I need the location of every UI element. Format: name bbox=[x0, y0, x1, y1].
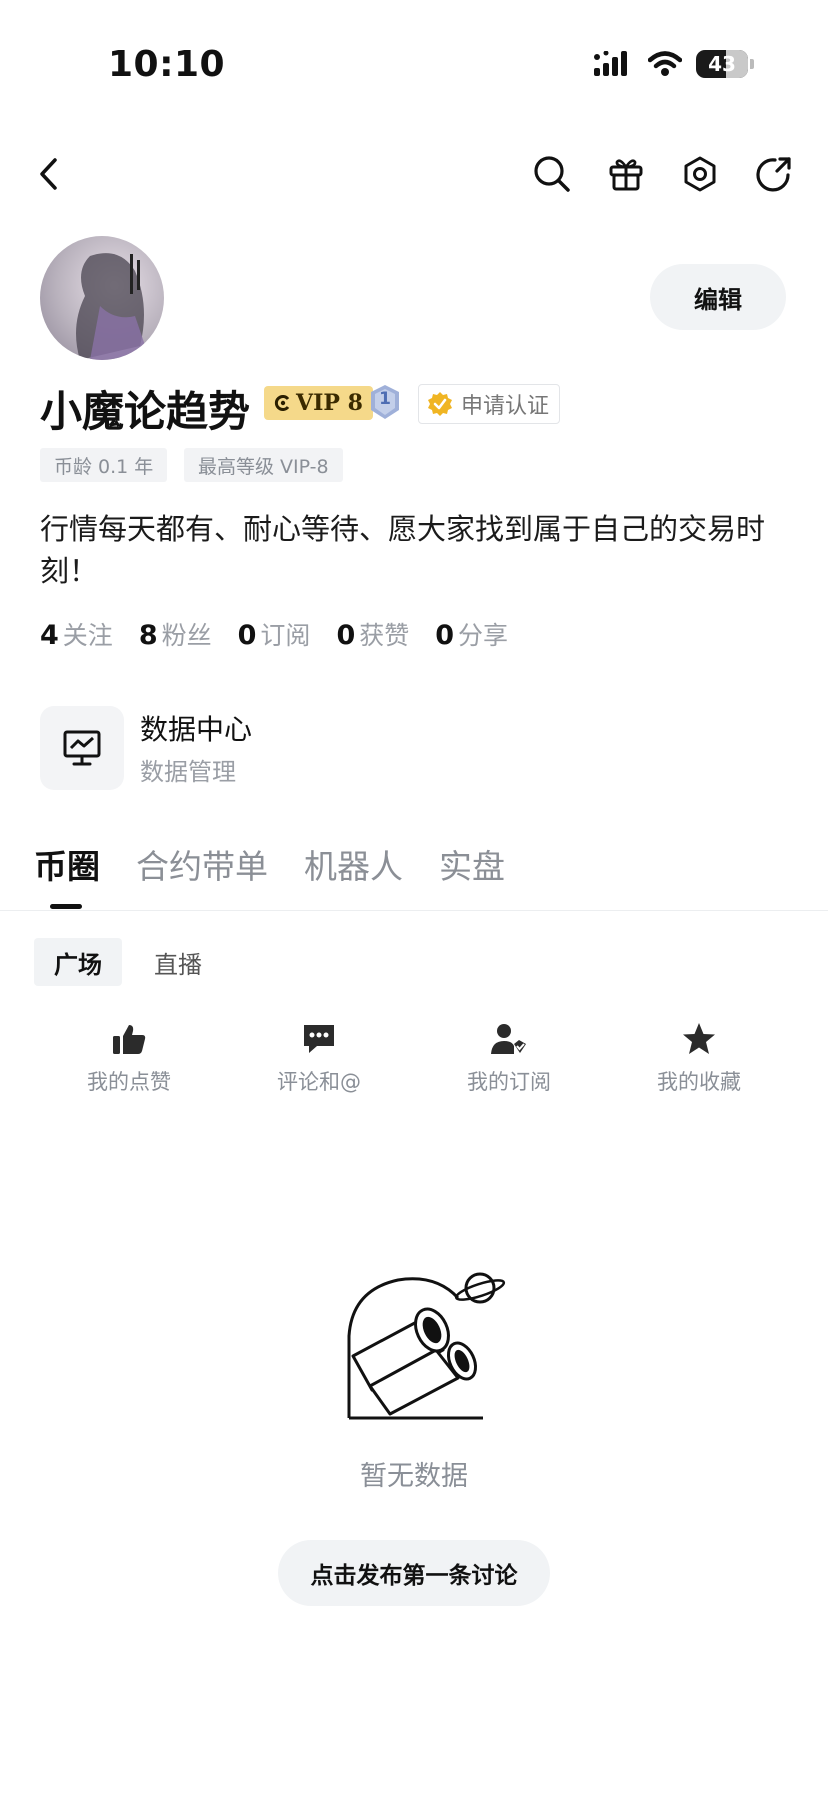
stat-shares[interactable]: 0 分享 bbox=[435, 616, 508, 652]
data-center-button[interactable] bbox=[40, 706, 124, 790]
vip-badge[interactable]: VIP 8 bbox=[264, 386, 373, 420]
empty-state-text: 暂无数据 bbox=[360, 1461, 468, 1492]
stat-value: 0 bbox=[435, 620, 455, 651]
level-number: 1 bbox=[379, 389, 391, 409]
tab-bots[interactable]: 机器人 bbox=[304, 840, 403, 888]
max-level-tag: 最高等级 VIP-8 bbox=[184, 448, 343, 482]
stats-row: 4 关注 8 粉丝 0 订阅 0 获赞 0 分享 bbox=[40, 616, 508, 652]
avatar-image bbox=[76, 253, 150, 360]
comment-icon bbox=[304, 1025, 334, 1053]
my-favorites-button[interactable]: 我的收藏 bbox=[624, 1022, 774, 1096]
coin-age-tag: 币龄 0.1 年 bbox=[40, 448, 168, 482]
gift-button[interactable] bbox=[598, 146, 654, 202]
tab-copy-trading[interactable]: 合约带单 bbox=[136, 840, 268, 888]
stat-likes[interactable]: 0 获赞 bbox=[336, 616, 409, 652]
thumbs-up-icon bbox=[113, 1025, 146, 1054]
action-label: 我的点赞 bbox=[87, 1070, 171, 1094]
active-tab-indicator bbox=[50, 904, 82, 909]
my-subscriptions-button[interactable]: 我的订阅 bbox=[434, 1022, 584, 1096]
gear-icon bbox=[684, 156, 716, 192]
stat-label: 分享 bbox=[458, 621, 509, 650]
action-label: 评论和@ bbox=[277, 1070, 361, 1094]
signal-icon bbox=[594, 51, 627, 76]
data-center-title[interactable]: 数据中心 bbox=[140, 708, 252, 748]
comments-mentions-button[interactable]: 评论和@ bbox=[244, 1022, 394, 1096]
stat-value: 4 bbox=[40, 620, 59, 651]
telescope-illustration bbox=[347, 1272, 506, 1420]
edit-profile-button[interactable]: 编辑 bbox=[650, 264, 786, 330]
data-center-subtitle: 数据管理 bbox=[140, 758, 236, 786]
monitor-chart-icon bbox=[63, 730, 101, 766]
post-first-discussion-button[interactable]: 点击发布第一条讨论 bbox=[278, 1540, 550, 1606]
status-icons: 43 bbox=[594, 50, 754, 78]
stat-label: 获赞 bbox=[359, 621, 410, 650]
user-check-icon bbox=[491, 1024, 526, 1054]
share-button[interactable] bbox=[746, 146, 802, 202]
star-icon bbox=[683, 1023, 715, 1054]
action-label: 我的收藏 bbox=[657, 1070, 741, 1094]
status-time: 10:10 bbox=[108, 44, 226, 85]
chevron-left-icon bbox=[40, 158, 57, 190]
subtab-live[interactable]: 直播 bbox=[134, 938, 222, 986]
username: 小魔论趋势 bbox=[40, 387, 251, 436]
back-button[interactable] bbox=[20, 146, 76, 202]
stat-label: 订阅 bbox=[260, 621, 311, 650]
battery-icon: 43 bbox=[696, 50, 748, 78]
my-likes-button[interactable]: 我的点赞 bbox=[54, 1022, 204, 1096]
stat-value: 0 bbox=[237, 620, 257, 651]
vip-label: VIP 8 bbox=[296, 390, 363, 416]
apply-verification-button[interactable]: 申请认证 bbox=[418, 384, 561, 424]
tabs-divider bbox=[0, 910, 828, 911]
vip-logo-icon bbox=[274, 395, 290, 411]
action-label: 我的订阅 bbox=[467, 1070, 551, 1094]
battery-level: 43 bbox=[708, 52, 736, 76]
subtab-square[interactable]: 广场 bbox=[34, 938, 122, 986]
avatar[interactable] bbox=[40, 236, 164, 360]
main-tabs: 币圈 合约带单 机器人 实盘 bbox=[34, 840, 505, 888]
profile-bio: 行情每天都有、耐心等待、愿大家找到属于自己的交易时刻！ bbox=[40, 512, 766, 588]
tab-coin-circle[interactable]: 币圈 bbox=[34, 840, 100, 888]
share-icon bbox=[756, 157, 791, 192]
battery-cap bbox=[750, 59, 754, 69]
tab-live-account[interactable]: 实盘 bbox=[439, 840, 505, 888]
stat-value: 8 bbox=[138, 620, 158, 651]
settings-button[interactable] bbox=[672, 146, 728, 202]
verify-label: 申请认证 bbox=[461, 394, 550, 419]
stat-following[interactable]: 4 关注 bbox=[40, 616, 113, 652]
verified-badge-icon bbox=[428, 392, 452, 416]
stat-subscriptions[interactable]: 0 订阅 bbox=[238, 616, 311, 652]
wifi-icon bbox=[648, 51, 682, 76]
search-icon bbox=[534, 156, 570, 192]
stat-label: 关注 bbox=[62, 621, 113, 650]
stat-followers[interactable]: 8 粉丝 bbox=[139, 616, 212, 652]
stat-value: 0 bbox=[336, 620, 356, 651]
search-button[interactable] bbox=[524, 146, 580, 202]
level-badge[interactable]: 1 bbox=[370, 384, 400, 420]
stat-label: 粉丝 bbox=[161, 621, 212, 650]
gift-icon bbox=[609, 159, 643, 191]
